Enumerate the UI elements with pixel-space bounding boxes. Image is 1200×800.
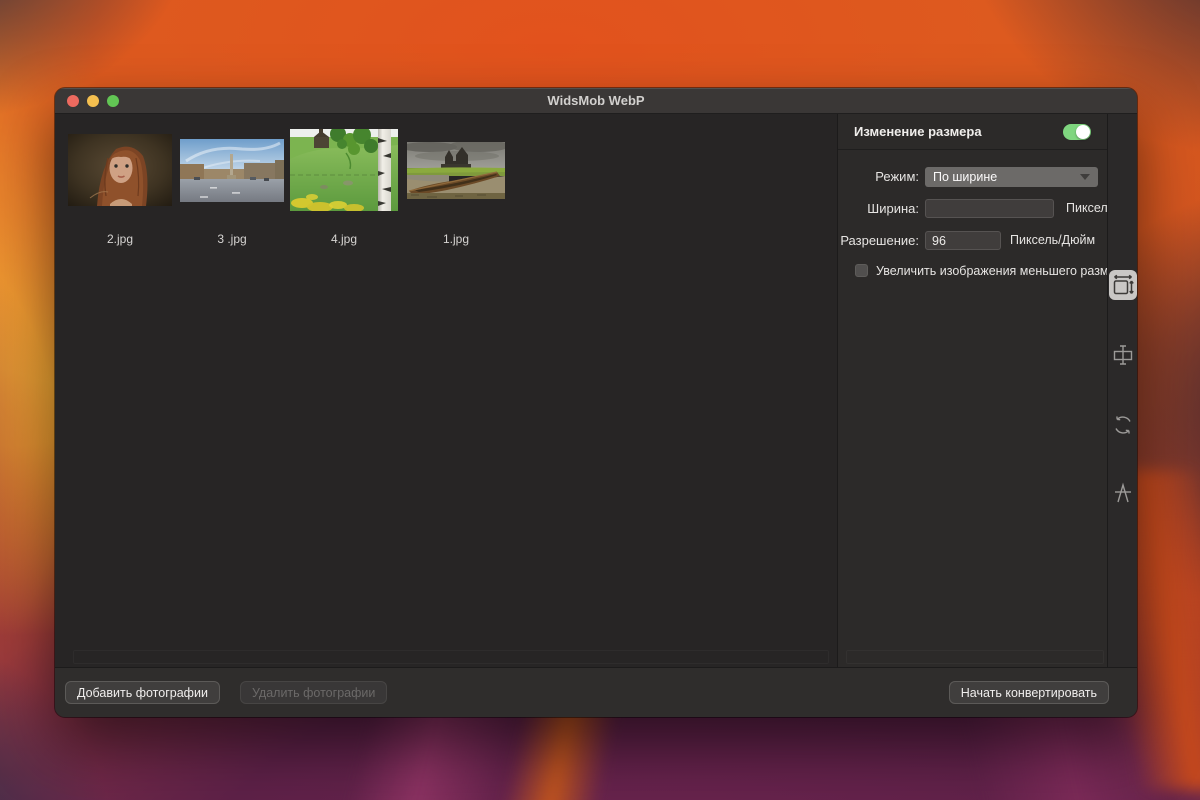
- resize-toggle[interactable]: [1063, 124, 1091, 140]
- resolution-label: Разрешение:: [840, 231, 919, 251]
- toggle-knob: [1076, 125, 1090, 139]
- photo-item[interactable]: 2.jpg: [64, 114, 176, 246]
- enlarge-checkbox[interactable]: [855, 264, 868, 277]
- resize-settings-panel: Изменение размера Режим: По ширине Ширин…: [838, 114, 1108, 667]
- desktop-wallpaper: WidsMob WebP: [0, 0, 1200, 800]
- photo-thumbnail[interactable]: [180, 120, 284, 220]
- resolution-input[interactable]: [925, 231, 1001, 250]
- footer-bar: Добавить фотографии Удалить фотографии Н…: [55, 667, 1137, 717]
- rotate-tool-tab[interactable]: [1109, 410, 1137, 440]
- panel-title: Изменение размера: [854, 124, 982, 139]
- enlarge-checkbox-row: Увеличить изображения меньшего размера: [838, 264, 1107, 284]
- watermark-icon: [1111, 481, 1135, 505]
- photo-item[interactable]: 4.jpg: [288, 114, 400, 246]
- photo-filename: 4.jpg: [331, 232, 357, 246]
- photo-thumbnail[interactable]: [290, 120, 398, 220]
- width-unit-label: Пиксель: [1066, 199, 1108, 218]
- traffic-lights: [67, 95, 119, 107]
- city-photo: [180, 139, 284, 202]
- titlebar[interactable]: WidsMob WebP: [55, 88, 1137, 114]
- window-title: WidsMob WebP: [547, 93, 644, 108]
- minimize-button[interactable]: [87, 95, 99, 107]
- photo-list: 2.jpg: [55, 114, 838, 667]
- width-input[interactable]: [925, 199, 1054, 218]
- chevron-down-icon: [1080, 174, 1090, 180]
- boat-photo: [407, 142, 505, 199]
- start-convert-button[interactable]: Начать конвертировать: [949, 681, 1109, 704]
- app-window: WidsMob WebP: [55, 88, 1137, 717]
- photo-thumbnail[interactable]: [407, 120, 505, 220]
- panel-header: Изменение размера: [838, 114, 1107, 150]
- delete-photos-button[interactable]: Удалить фотографии: [240, 681, 387, 704]
- photo-thumbnail[interactable]: [68, 120, 172, 220]
- width-row: Ширина: Пиксель: [838, 199, 1107, 219]
- resize-tool-tab[interactable]: [1109, 270, 1137, 300]
- resolution-unit-label: Пиксель/Дюйм: [1010, 231, 1095, 250]
- photo-item[interactable]: 1.jpg: [400, 114, 512, 246]
- watermark-tool-tab[interactable]: [1109, 478, 1137, 508]
- photo-filename: 3 .jpg: [217, 232, 246, 246]
- mode-dropdown[interactable]: По ширине: [925, 167, 1098, 187]
- enlarge-checkbox-label: Увеличить изображения меньшего размера: [876, 264, 1108, 278]
- panel-bottom-rule: [846, 650, 1104, 664]
- field-photo: [290, 129, 398, 211]
- portrait-photo: [68, 134, 172, 206]
- crop-tool-tab[interactable]: [1109, 340, 1137, 370]
- resize-icon: [1111, 273, 1135, 297]
- list-bottom-rule: [73, 650, 829, 664]
- rotate-icon: [1111, 413, 1135, 437]
- mode-dropdown-value: По ширине: [933, 170, 997, 184]
- resolution-row: Разрешение: Пиксель/Дюйм: [838, 231, 1107, 251]
- tool-strip: [1108, 114, 1137, 667]
- close-button[interactable]: [67, 95, 79, 107]
- photo-filename: 1.jpg: [443, 232, 469, 246]
- photo-item[interactable]: 3 .jpg: [176, 114, 288, 246]
- width-label: Ширина:: [867, 199, 919, 219]
- zoom-button[interactable]: [107, 95, 119, 107]
- mode-label: Режим:: [875, 167, 919, 187]
- mode-row: Режим: По ширине: [838, 167, 1107, 187]
- crop-icon: [1111, 343, 1135, 367]
- add-photos-button[interactable]: Добавить фотографии: [65, 681, 220, 704]
- photo-filename: 2.jpg: [107, 232, 133, 246]
